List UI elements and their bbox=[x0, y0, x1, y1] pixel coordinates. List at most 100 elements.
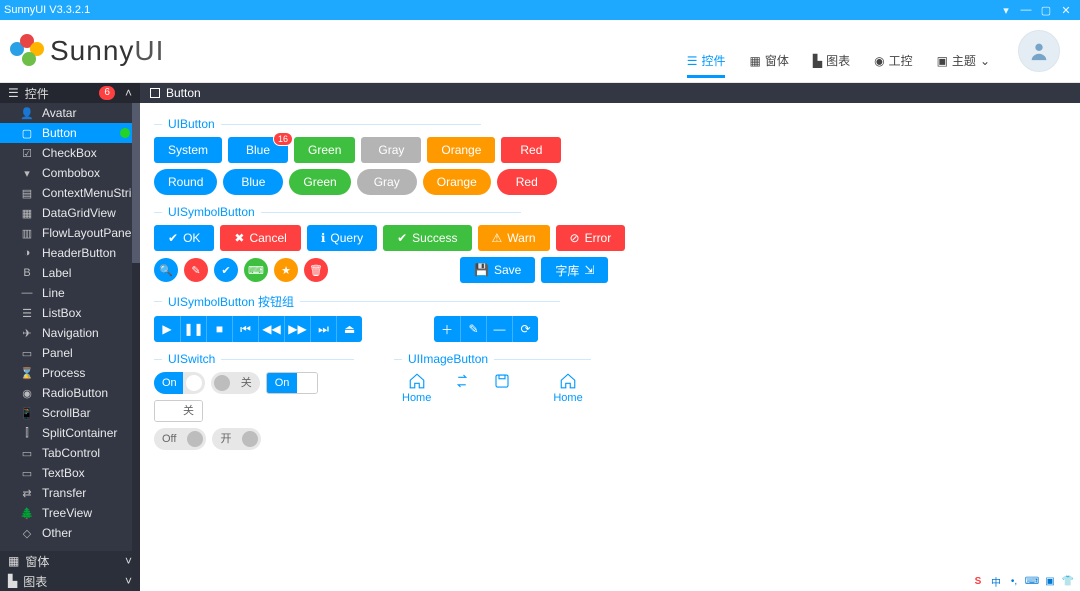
chevron-down-icon: ˅ bbox=[125, 574, 132, 588]
window-title: SunnyUI V3.3.2.1 bbox=[4, 4, 996, 16]
check-circle-button[interactable]: ✔ bbox=[214, 258, 238, 282]
save-icon: 💾 bbox=[474, 263, 489, 277]
sidebar-item-other[interactable]: ◇Other bbox=[0, 523, 140, 543]
sidebar-item-combobox[interactable]: ▾Combobox bbox=[0, 163, 140, 183]
cancel-button[interactable]: ✖Cancel bbox=[220, 225, 300, 251]
forward-button[interactable]: ▶▶ bbox=[284, 316, 310, 342]
soft-circle-button[interactable]: ⌨ bbox=[244, 258, 268, 282]
user-avatar[interactable] bbox=[1018, 30, 1060, 72]
dropdown-icon[interactable]: ▾ bbox=[996, 4, 1016, 17]
trash-icon: 🗑 bbox=[309, 264, 323, 277]
red-button[interactable]: Red bbox=[501, 137, 561, 163]
imgbtn-home-2[interactable]: Home bbox=[545, 372, 590, 404]
square-switch-guan[interactable]: 关 bbox=[154, 400, 203, 422]
star-circle-button[interactable]: ★ bbox=[274, 258, 298, 282]
stop-button[interactable]: ■ bbox=[206, 316, 232, 342]
ime-skin-icon: 👕 bbox=[1060, 573, 1076, 589]
square-switch-on[interactable]: On bbox=[266, 372, 319, 394]
topnav-forms[interactable]: ▦ 窗体 bbox=[749, 52, 788, 78]
switch-guan[interactable]: 关 bbox=[211, 372, 260, 394]
switch-off[interactable]: Off bbox=[154, 428, 206, 450]
sidebar-item-process[interactable]: ⌛Process bbox=[0, 363, 140, 383]
sidebar-item-label: ContextMenuStrip bbox=[42, 186, 138, 200]
user-icon bbox=[1028, 40, 1050, 62]
refresh-button[interactable]: ⟳ bbox=[512, 316, 538, 342]
sidebar-item-scrollbar[interactable]: 📱ScrollBar bbox=[0, 403, 140, 423]
orange-button[interactable]: Orange bbox=[423, 169, 491, 195]
imgbtn-home-1[interactable]: Home bbox=[394, 372, 439, 404]
prev-button[interactable]: ⏮ bbox=[232, 316, 258, 342]
gray-button[interactable]: Gray bbox=[357, 169, 417, 195]
query-button[interactable]: ℹQuery bbox=[307, 225, 377, 251]
imgbtn-save[interactable] bbox=[485, 372, 519, 390]
sidebar-item-tabcontrol[interactable]: ▭TabControl bbox=[0, 443, 140, 463]
sidebar-header-controls[interactable]: ☰ 控件 6 ˄ bbox=[0, 83, 140, 103]
play-button[interactable]: ▶ bbox=[154, 316, 180, 342]
switch-on[interactable]: On bbox=[154, 372, 205, 394]
edit-circle-button[interactable]: ✎ bbox=[184, 258, 208, 282]
sidebar-item-listbox[interactable]: ☰ListBox bbox=[0, 303, 140, 323]
radio-icon: ◉ bbox=[20, 387, 34, 400]
group-title-uisymbol: UISymbolButton bbox=[154, 205, 1066, 219]
sidebar-item-contextmenustrip[interactable]: ▤ContextMenuStrip bbox=[0, 183, 140, 203]
round-button[interactable]: Round bbox=[154, 169, 217, 195]
sidebar-item-headerbutton[interactable]: ◑HeaderButton bbox=[0, 243, 140, 263]
maximize-icon[interactable]: ▢ bbox=[1036, 4, 1056, 17]
gray-button[interactable]: Gray bbox=[361, 137, 421, 163]
save-button[interactable]: 💾 Save bbox=[460, 257, 535, 283]
chart-icon: ▙ bbox=[813, 54, 822, 68]
sidebar-scrollbar[interactable] bbox=[132, 103, 140, 591]
pause-button[interactable]: ❚❚ bbox=[180, 316, 206, 342]
sidebar-item-datagridview[interactable]: ▦DataGridView bbox=[0, 203, 140, 223]
add-button[interactable]: ＋ bbox=[434, 316, 460, 342]
sidebar-item-flowlayoutpanel[interactable]: ▥FlowLayoutPanel bbox=[0, 223, 140, 243]
sidebar-item-treeview[interactable]: 🌲TreeView bbox=[0, 503, 140, 523]
close-icon[interactable]: ✕ bbox=[1056, 4, 1076, 17]
sidebar-item-button[interactable]: ▢Button bbox=[0, 123, 140, 143]
topnav-theme[interactable]: ▣ 主题 ⌄ bbox=[937, 52, 990, 78]
sidebar-badge: 6 bbox=[99, 86, 115, 100]
system-button[interactable]: System bbox=[154, 137, 222, 163]
sidebar-item-transfer[interactable]: ⇄Transfer bbox=[0, 483, 140, 503]
trash-circle-button[interactable]: 🗑 bbox=[304, 258, 328, 282]
red-button[interactable]: Red bbox=[497, 169, 557, 195]
search-circle-button[interactable]: 🔍 bbox=[154, 258, 178, 282]
sidebar-item-checkbox[interactable]: ☑CheckBox bbox=[0, 143, 140, 163]
edit-button[interactable]: ✎ bbox=[460, 316, 486, 342]
orange-button[interactable]: Orange bbox=[427, 137, 495, 163]
sidebar-item-label[interactable]: BLabel bbox=[0, 263, 140, 283]
sidebar-header-forms[interactable]: ▦ 窗体 ˅ bbox=[0, 551, 140, 571]
group-title-symbolgroup: UISymbolButton 按钮组 bbox=[154, 293, 1066, 310]
sidebar-header-charts[interactable]: ▙ 图表 ˅ bbox=[0, 571, 140, 591]
blue-button[interactable]: Blue bbox=[223, 169, 283, 195]
rewind-button[interactable]: ◀◀ bbox=[258, 316, 284, 342]
sidebar-item-navigation[interactable]: ✈Navigation bbox=[0, 323, 140, 343]
sidebar-item-splitcontainer[interactable]: ⫿SplitContainer bbox=[0, 423, 140, 443]
next-button[interactable]: ⏭ bbox=[310, 316, 336, 342]
error-button[interactable]: ⊘Error bbox=[556, 225, 626, 251]
eject-button[interactable]: ⏏ bbox=[336, 316, 362, 342]
switch-kai[interactable]: 开 bbox=[212, 428, 261, 450]
green-button[interactable]: Green bbox=[294, 137, 355, 163]
chevron-down-icon: ⌄ bbox=[980, 54, 990, 68]
remove-button[interactable]: — bbox=[486, 316, 512, 342]
ziku-button[interactable]: 字库 ⇲ bbox=[541, 257, 608, 283]
sidebar-item-avatar[interactable]: 👤Avatar bbox=[0, 103, 140, 123]
sidebar-item-textbox[interactable]: ▭TextBox bbox=[0, 463, 140, 483]
minimize-icon[interactable]: — bbox=[1016, 4, 1036, 16]
sidebar-item-label: Process bbox=[42, 366, 85, 380]
blue-button[interactable]: Blue16 bbox=[228, 137, 288, 163]
green-button[interactable]: Green bbox=[289, 169, 350, 195]
topnav-industrial[interactable]: ◉ 工控 bbox=[874, 52, 913, 78]
topnav-controls[interactable]: ☰ 控件 bbox=[687, 52, 726, 78]
ok-button[interactable]: ✔OK bbox=[154, 225, 214, 251]
sidebar-item-radiobutton[interactable]: ◉RadioButton bbox=[0, 383, 140, 403]
warn-button[interactable]: ⚠Warn bbox=[478, 225, 550, 251]
topnav-charts[interactable]: ▙ 图表 bbox=[813, 52, 850, 78]
check-icon: ✔ bbox=[168, 231, 178, 245]
sidebar-item-line[interactable]: —Line bbox=[0, 283, 140, 303]
floppy-icon bbox=[493, 372, 511, 390]
sidebar-item-panel[interactable]: ▭Panel bbox=[0, 343, 140, 363]
imgbtn-swap[interactable] bbox=[445, 372, 479, 390]
success-button[interactable]: ✔Success bbox=[383, 225, 471, 251]
